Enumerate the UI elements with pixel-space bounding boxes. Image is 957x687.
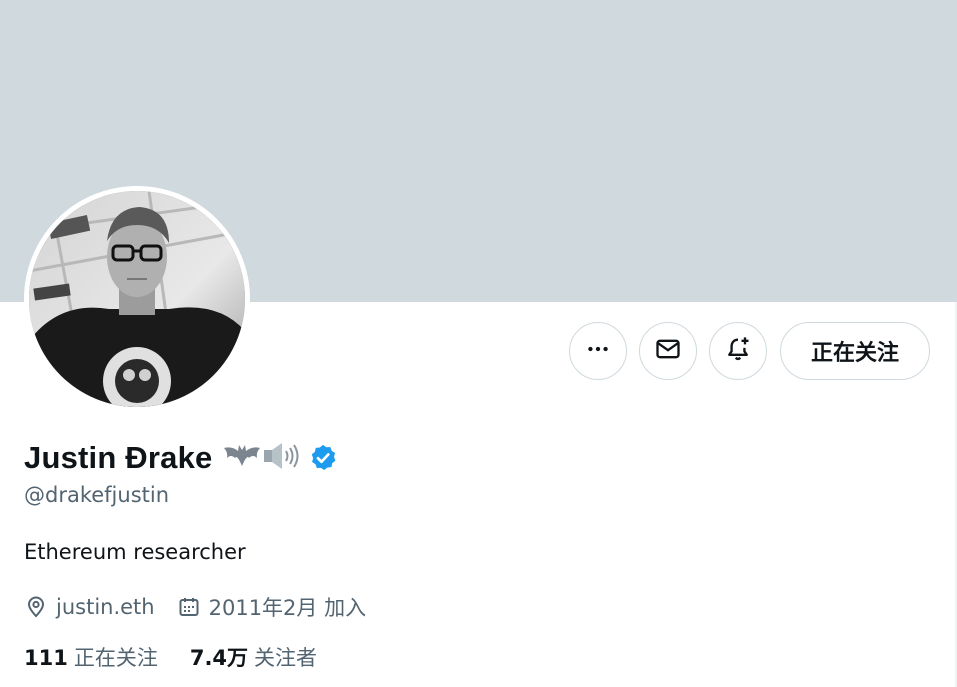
bat-icon [222, 442, 262, 474]
following-count: 111 [24, 646, 68, 670]
verified-badge-icon[interactable] [308, 443, 338, 473]
location-pin-icon [24, 595, 48, 619]
name-emojis [222, 439, 302, 477]
profile-stats: 111 正在关注 7.4万 关注者 [24, 641, 317, 673]
following-button[interactable]: 正在关注 [780, 322, 930, 380]
followers-label: 关注者 [254, 646, 318, 670]
mail-icon [654, 335, 682, 367]
website-item: justin.eth [24, 595, 155, 619]
website-link[interactable]: justin.eth [56, 595, 155, 619]
speaker-loud-icon [262, 439, 302, 477]
profile-handle: @drakefjustin [24, 483, 170, 507]
profile-meta: justin.eth 2011年2月 加入 [24, 590, 366, 624]
followers-stat[interactable]: 7.4万 关注者 [190, 642, 317, 672]
join-date-item: 2011年2月 加入 [177, 592, 366, 622]
display-name: Justin Ɖrake [24, 440, 213, 475]
bell-plus-icon [724, 335, 752, 367]
following-stat[interactable]: 111 正在关注 [24, 642, 158, 672]
following-label: 正在关注 [73, 646, 158, 670]
followers-count: 7.4万 [189, 646, 249, 670]
profile-page: 正在关注 Justin Ɖrake @drakefjustin Ethereum… [0, 0, 957, 687]
more-icon [585, 336, 611, 366]
calendar-icon [177, 595, 201, 619]
join-date: 2011年2月 加入 [208, 596, 367, 620]
name-row: Justin Ɖrake [24, 436, 338, 480]
profile-bio: Ethereum researcher [24, 540, 246, 564]
profile-avatar[interactable] [24, 186, 250, 412]
more-button[interactable] [569, 322, 627, 380]
message-button[interactable] [639, 322, 697, 380]
notifications-button[interactable] [709, 322, 767, 380]
